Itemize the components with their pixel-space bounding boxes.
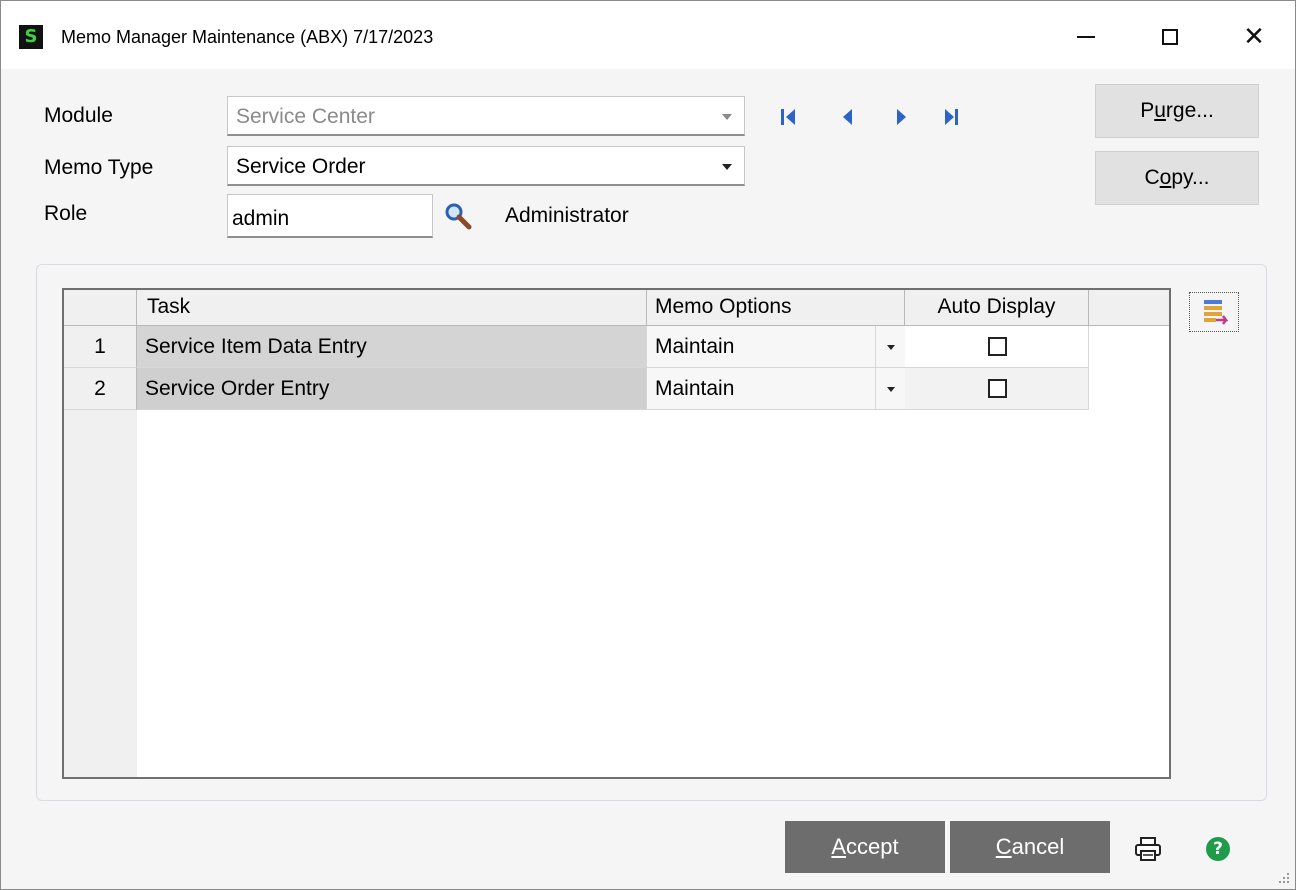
chevron-down-icon — [722, 114, 732, 120]
memo-option-cell[interactable]: Maintain — [647, 368, 875, 410]
window-title: Memo Manager Maintenance (ABX) 7/17/2023 — [61, 27, 434, 47]
first-record-button[interactable] — [781, 107, 805, 127]
auto-display-cell — [905, 368, 1089, 410]
memo-option-dropdown[interactable] — [875, 326, 905, 368]
role-label: Role — [44, 202, 88, 225]
accept-button[interactable]: Accept — [785, 821, 945, 873]
maximize-button[interactable] — [1135, 15, 1205, 59]
purge-button[interactable]: Purge... — [1095, 84, 1259, 138]
sage-app-icon: S — [19, 25, 43, 49]
chevron-down-icon — [887, 345, 895, 350]
role-input[interactable]: admin — [227, 194, 433, 238]
grid-corner-header — [64, 290, 137, 326]
previous-record-button[interactable] — [839, 107, 863, 127]
module-value: Service Center — [236, 105, 375, 128]
auto-display-checkbox[interactable] — [988, 337, 1007, 356]
resize-grip-icon[interactable] — [1277, 871, 1289, 883]
grid-customize-button[interactable] — [1189, 292, 1239, 332]
column-header-task[interactable]: Task — [137, 290, 647, 326]
customize-grid-icon — [1204, 300, 1228, 325]
first-record-icon — [781, 109, 784, 125]
next-record-button[interactable] — [893, 107, 917, 127]
search-icon[interactable] — [444, 202, 472, 230]
memo-type-select[interactable]: Service Order — [227, 146, 745, 186]
module-label: Module — [44, 104, 113, 127]
cancel-button[interactable]: Cancel — [950, 821, 1110, 873]
chevron-down-icon — [722, 164, 732, 170]
task-cell[interactable]: Service Item Data Entry — [137, 326, 647, 368]
last-record-icon — [945, 109, 954, 125]
memo-option-cell[interactable]: Maintain — [647, 326, 875, 368]
role-value: admin — [232, 207, 290, 230]
auto-display-checkbox[interactable] — [988, 379, 1007, 398]
row-number[interactable]: 1 — [64, 326, 137, 368]
copy-button[interactable]: Copy... — [1095, 151, 1259, 205]
module-select[interactable]: Service Center — [227, 96, 745, 136]
help-icon[interactable]: ? — [1206, 837, 1230, 861]
column-header-auto-display[interactable]: Auto Display — [905, 290, 1089, 326]
memo-manager-window: S Memo Manager Maintenance (ABX) 7/17/20… — [0, 0, 1296, 890]
minimize-button[interactable] — [1051, 15, 1121, 59]
column-header-memo-options[interactable]: Memo Options — [647, 290, 905, 326]
auto-display-cell — [905, 326, 1089, 368]
close-icon: ✕ — [1243, 22, 1265, 52]
minimize-icon — [1077, 36, 1095, 38]
maximize-icon — [1162, 29, 1178, 45]
title-bar: S Memo Manager Maintenance (ABX) 7/17/20… — [1, 1, 1295, 69]
memo-type-label: Memo Type — [44, 156, 154, 179]
task-grid[interactable]: Task Memo Options Auto Display 1 Service… — [62, 288, 1171, 779]
task-cell[interactable]: Service Order Entry — [137, 368, 647, 410]
role-description: Administrator — [505, 204, 629, 227]
previous-record-icon — [843, 109, 852, 125]
column-header-filler — [1089, 290, 1169, 326]
row-number[interactable]: 2 — [64, 368, 137, 410]
memo-type-value: Service Order — [236, 155, 366, 178]
last-record-button[interactable] — [943, 107, 967, 127]
chevron-down-icon — [887, 387, 895, 392]
next-record-icon — [897, 109, 906, 125]
close-button[interactable]: ✕ — [1219, 15, 1289, 59]
printer-icon[interactable] — [1134, 836, 1162, 862]
memo-option-dropdown[interactable] — [875, 368, 905, 410]
